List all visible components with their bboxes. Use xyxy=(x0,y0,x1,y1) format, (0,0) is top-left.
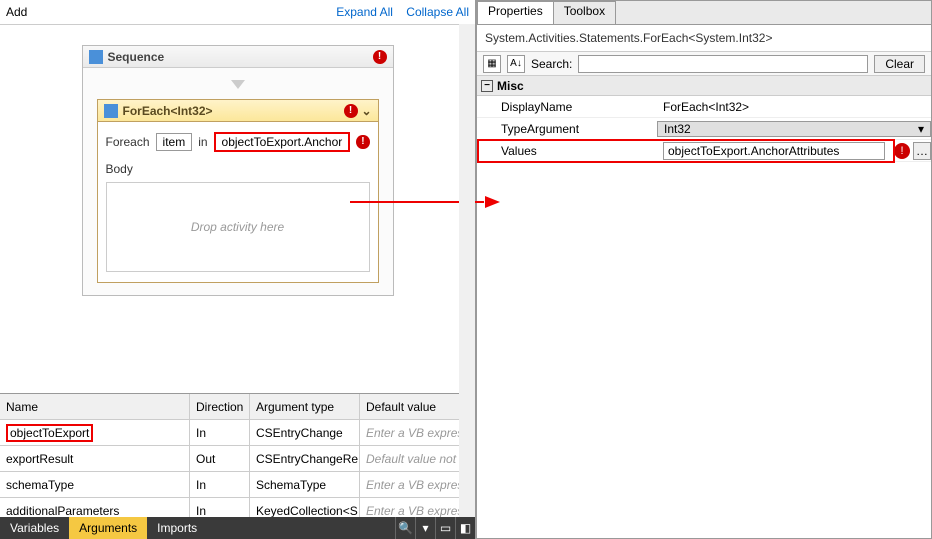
argument-direction[interactable]: In xyxy=(190,472,250,497)
argument-direction[interactable]: In xyxy=(190,498,250,517)
foreach-header[interactable]: ForEach<Int32> ! ⌄ xyxy=(98,100,378,122)
tab-arguments[interactable]: Arguments xyxy=(69,517,147,539)
error-icon[interactable]: ! xyxy=(373,50,387,64)
argument-default[interactable]: Enter a VB expres xyxy=(360,472,475,497)
fit-icon[interactable]: ▭ xyxy=(435,517,455,539)
collapse-all-link[interactable]: Collapse All xyxy=(406,5,469,19)
item-variable-input[interactable]: item xyxy=(156,133,193,151)
arguments-grid: Name Direction Argument type Default val… xyxy=(0,393,475,517)
argument-default[interactable]: Default value not su xyxy=(360,446,475,471)
sort-az-icon[interactable]: A↓ xyxy=(507,55,525,73)
bottom-tab-bar: Variables Arguments Imports 🔍 ▾ ▭ ◧ xyxy=(0,517,475,539)
argument-type[interactable]: CSEntryChangeRe xyxy=(250,446,360,471)
argument-type[interactable]: KeyedCollection<S xyxy=(250,498,360,517)
designer-panel: Add Expand All Collapse All Sequence ! F… xyxy=(0,0,476,539)
tab-toolbox[interactable]: Toolbox xyxy=(553,1,616,24)
argument-default[interactable]: Enter a VB expres xyxy=(360,420,475,445)
argument-row[interactable]: additionalParametersInKeyedCollection<SE… xyxy=(0,498,475,517)
argument-default[interactable]: Enter a VB expres xyxy=(360,498,475,517)
zoom-dropdown[interactable]: ▾ xyxy=(415,517,435,539)
error-icon[interactable]: ! xyxy=(894,143,910,159)
body-label: Body xyxy=(106,162,370,176)
properties-toolbar: ▦ A↓ Search: Clear xyxy=(477,52,931,76)
in-expression-input[interactable]: objectToExport.Anchor xyxy=(214,132,351,152)
categorize-icon[interactable]: ▦ xyxy=(483,55,501,73)
prop-typeargument[interactable]: TypeArgument Int32 ▾ xyxy=(477,118,931,140)
right-tab-bar: Properties Toolbox xyxy=(477,1,931,25)
drop-indicator-icon xyxy=(231,80,245,89)
argument-type[interactable]: SchemaType xyxy=(250,472,360,497)
argument-name[interactable]: exportResult xyxy=(0,446,190,471)
property-search-input[interactable] xyxy=(578,55,868,73)
sequence-activity[interactable]: Sequence ! ForEach<Int32> ! ⌄ Foreach xyxy=(82,45,394,296)
search-icon[interactable]: 🔍 xyxy=(395,517,415,539)
prop-displayname[interactable]: DisplayName ForEach<Int32> xyxy=(477,96,931,118)
ellipsis-button[interactable]: … xyxy=(913,142,931,160)
body-drop-zone[interactable]: Drop activity here xyxy=(106,182,370,272)
sequence-icon xyxy=(89,50,103,64)
chevron-down-icon[interactable]: ⌄ xyxy=(362,104,372,118)
tab-variables[interactable]: Variables xyxy=(0,517,69,539)
tab-properties[interactable]: Properties xyxy=(477,1,554,24)
selected-type-label: System.Activities.Statements.ForEach<Sys… xyxy=(477,25,931,52)
add-link[interactable]: Add xyxy=(6,5,27,19)
design-canvas[interactable]: Sequence ! ForEach<Int32> ! ⌄ Foreach xyxy=(0,25,475,393)
values-input[interactable] xyxy=(663,142,885,160)
clear-button[interactable]: Clear xyxy=(874,55,925,73)
argument-direction[interactable]: Out xyxy=(190,446,250,471)
collapse-icon[interactable]: − xyxy=(481,80,493,92)
drop-hint: Drop activity here xyxy=(191,220,284,234)
col-argtype[interactable]: Argument type xyxy=(250,394,360,419)
argument-direction[interactable]: In xyxy=(190,420,250,445)
argument-row[interactable]: exportResultOutCSEntryChangeReDefault va… xyxy=(0,446,475,472)
argument-row[interactable]: schemaTypeInSchemaTypeEnter a VB expres xyxy=(0,472,475,498)
error-icon[interactable]: ! xyxy=(356,135,369,149)
prop-values[interactable]: Values ! … xyxy=(477,140,931,162)
argument-type[interactable]: CSEntryChange xyxy=(250,420,360,445)
properties-panel: Properties Toolbox System.Activities.Sta… xyxy=(476,0,932,539)
tab-imports[interactable]: Imports xyxy=(147,517,207,539)
chevron-down-icon: ▾ xyxy=(918,122,924,136)
argument-row[interactable]: objectToExport InCSEntryChangeEnter a VB … xyxy=(0,420,475,446)
property-group-misc[interactable]: − Misc xyxy=(477,76,931,96)
error-icon[interactable]: ! xyxy=(344,104,358,118)
property-grid: − Misc DisplayName ForEach<Int32> TypeAr… xyxy=(477,76,931,538)
col-default[interactable]: Default value xyxy=(360,394,475,419)
argument-name[interactable]: additionalParameters xyxy=(0,498,190,517)
vertical-scrollbar[interactable] xyxy=(459,24,475,517)
argument-name[interactable]: schemaType xyxy=(0,472,190,497)
overview-icon[interactable]: ◧ xyxy=(455,517,475,539)
search-label: Search: xyxy=(531,57,572,71)
col-direction[interactable]: Direction xyxy=(190,394,250,419)
sequence-header[interactable]: Sequence ! xyxy=(83,46,393,68)
foreach-title: ForEach<Int32> xyxy=(123,104,213,118)
grid-header: Name Direction Argument type Default val… xyxy=(0,394,475,420)
in-label: in xyxy=(198,135,207,149)
typeargument-dropdown[interactable]: Int32 ▾ xyxy=(657,121,931,137)
argument-name[interactable]: objectToExport xyxy=(6,424,93,442)
designer-toolbar: Add Expand All Collapse All xyxy=(0,0,475,25)
expand-all-link[interactable]: Expand All xyxy=(336,5,393,19)
foreach-activity[interactable]: ForEach<Int32> ! ⌄ Foreach item in objec… xyxy=(97,99,379,283)
col-name[interactable]: Name xyxy=(0,394,190,419)
foreach-icon xyxy=(104,104,118,118)
sequence-title: Sequence xyxy=(108,50,165,64)
foreach-label: Foreach xyxy=(106,135,150,149)
displayname-value[interactable]: ForEach<Int32> xyxy=(657,100,931,114)
